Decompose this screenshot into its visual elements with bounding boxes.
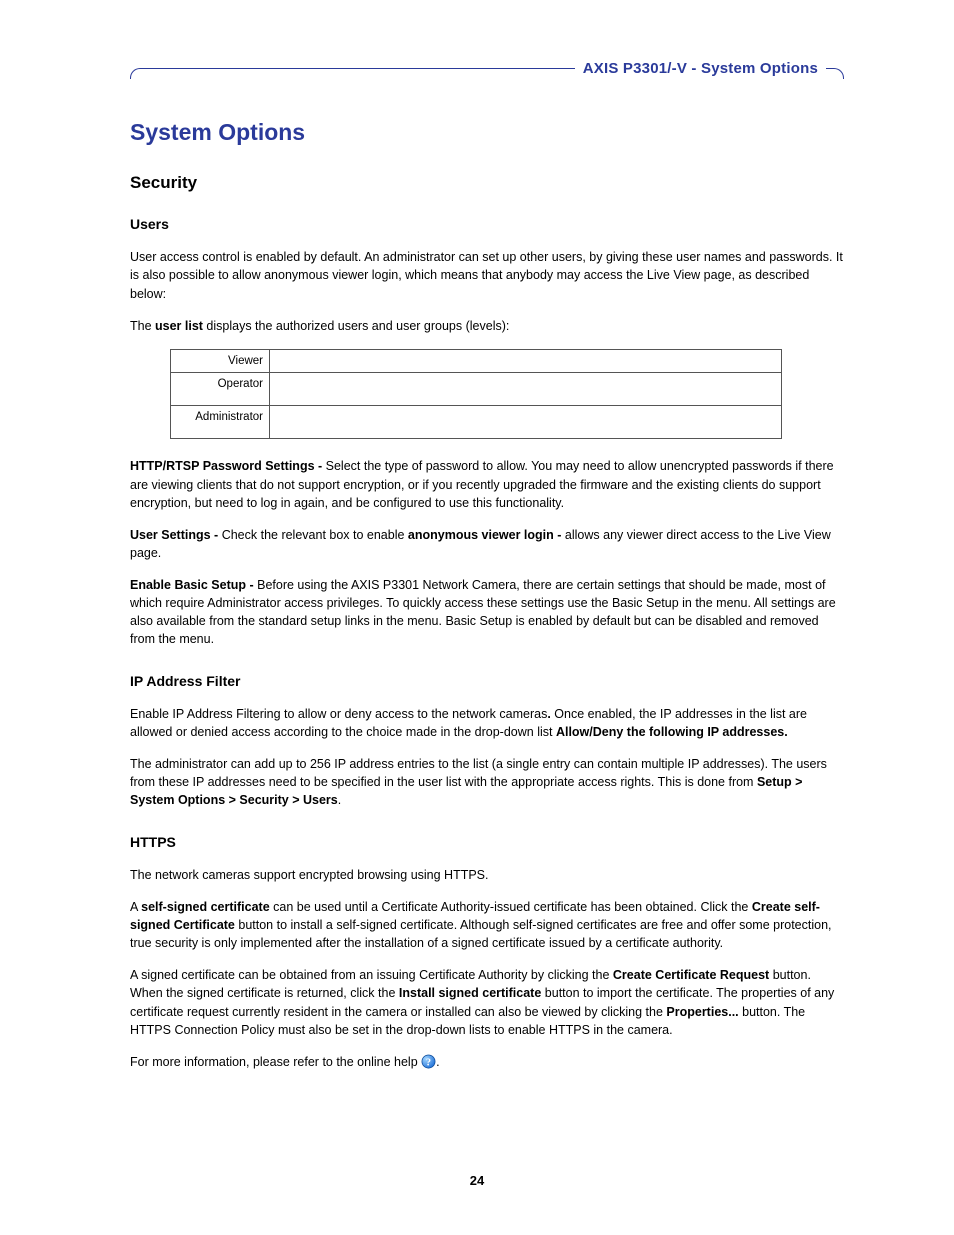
https-heading: HTTPS [130, 832, 844, 852]
header-rule-left [130, 68, 141, 79]
running-title: AXIS P3301/-V - System Options [575, 58, 826, 80]
text: The administrator can add up to 256 IP a… [130, 757, 827, 789]
help-icon: ? [421, 1054, 436, 1069]
user-levels-table: Viewer Operator Administrator [170, 349, 782, 440]
text: Enable IP Address Filtering to allow or … [130, 707, 547, 721]
ip-filter-heading: IP Address Filter [130, 671, 844, 691]
table-row: Administrator [171, 406, 782, 439]
text: For more information, please refer to th… [130, 1055, 421, 1069]
level-viewer-desc [270, 349, 782, 373]
user-settings-label: User Settings - [130, 528, 222, 542]
user-settings-paragraph: User Settings - Check the relevant box t… [130, 526, 844, 562]
level-viewer-label: Viewer [171, 349, 270, 373]
https-paragraph-1: The network cameras support encrypted br… [130, 866, 844, 884]
text: displays the authorized users and user g… [203, 319, 509, 333]
https-paragraph-2: A self-signed certificate can be used un… [130, 898, 844, 952]
anon-login-term: anonymous viewer login - [408, 528, 565, 542]
svg-text:?: ? [426, 1057, 431, 1068]
text: A signed certificate can be obtained fro… [130, 968, 613, 982]
allow-deny-term: Allow/Deny the following IP addresses. [556, 725, 788, 739]
page-header: AXIS P3301/-V - System Options [130, 56, 844, 82]
page-title: System Options [130, 116, 844, 149]
level-operator-desc [270, 373, 782, 406]
section-security-heading: Security [130, 171, 844, 196]
level-operator-label: Operator [171, 373, 270, 406]
users-list-intro: The user list displays the authorized us… [130, 317, 844, 335]
text: . [338, 793, 341, 807]
self-signed-term: self-signed certificate [141, 900, 270, 914]
http-rtsp-paragraph: HTTP/RTSP Password Settings - Select the… [130, 457, 844, 511]
install-signed-term: Install signed certificate [399, 986, 541, 1000]
text: can be used until a Certificate Authorit… [270, 900, 752, 914]
text: The [130, 319, 155, 333]
header-rule-right [833, 68, 844, 79]
text: . [436, 1055, 439, 1069]
ip-filter-paragraph-1: Enable IP Address Filtering to allow or … [130, 705, 844, 741]
ip-filter-paragraph-2: The administrator can add up to 256 IP a… [130, 755, 844, 809]
user-list-term: user list [155, 319, 203, 333]
basic-setup-label: Enable Basic Setup - [130, 578, 257, 592]
text: A [130, 900, 141, 914]
create-cert-request-term: Create Certificate Request [613, 968, 769, 982]
level-admin-label: Administrator [171, 406, 270, 439]
https-paragraph-4: For more information, please refer to th… [130, 1053, 844, 1071]
users-intro-paragraph: User access control is enabled by defaul… [130, 248, 844, 302]
users-heading: Users [130, 214, 844, 234]
properties-term: Properties... [666, 1005, 738, 1019]
text: Check the relevant box to enable [222, 528, 408, 542]
http-rtsp-label: HTTP/RTSP Password Settings - [130, 459, 326, 473]
page-number: 24 [0, 1172, 954, 1191]
basic-setup-paragraph: Enable Basic Setup - Before using the AX… [130, 576, 844, 649]
https-paragraph-3: A signed certificate can be obtained fro… [130, 966, 844, 1039]
table-row: Viewer [171, 349, 782, 373]
table-row: Operator [171, 373, 782, 406]
text: button to install a self-signed certific… [130, 918, 832, 950]
level-admin-desc [270, 406, 782, 439]
